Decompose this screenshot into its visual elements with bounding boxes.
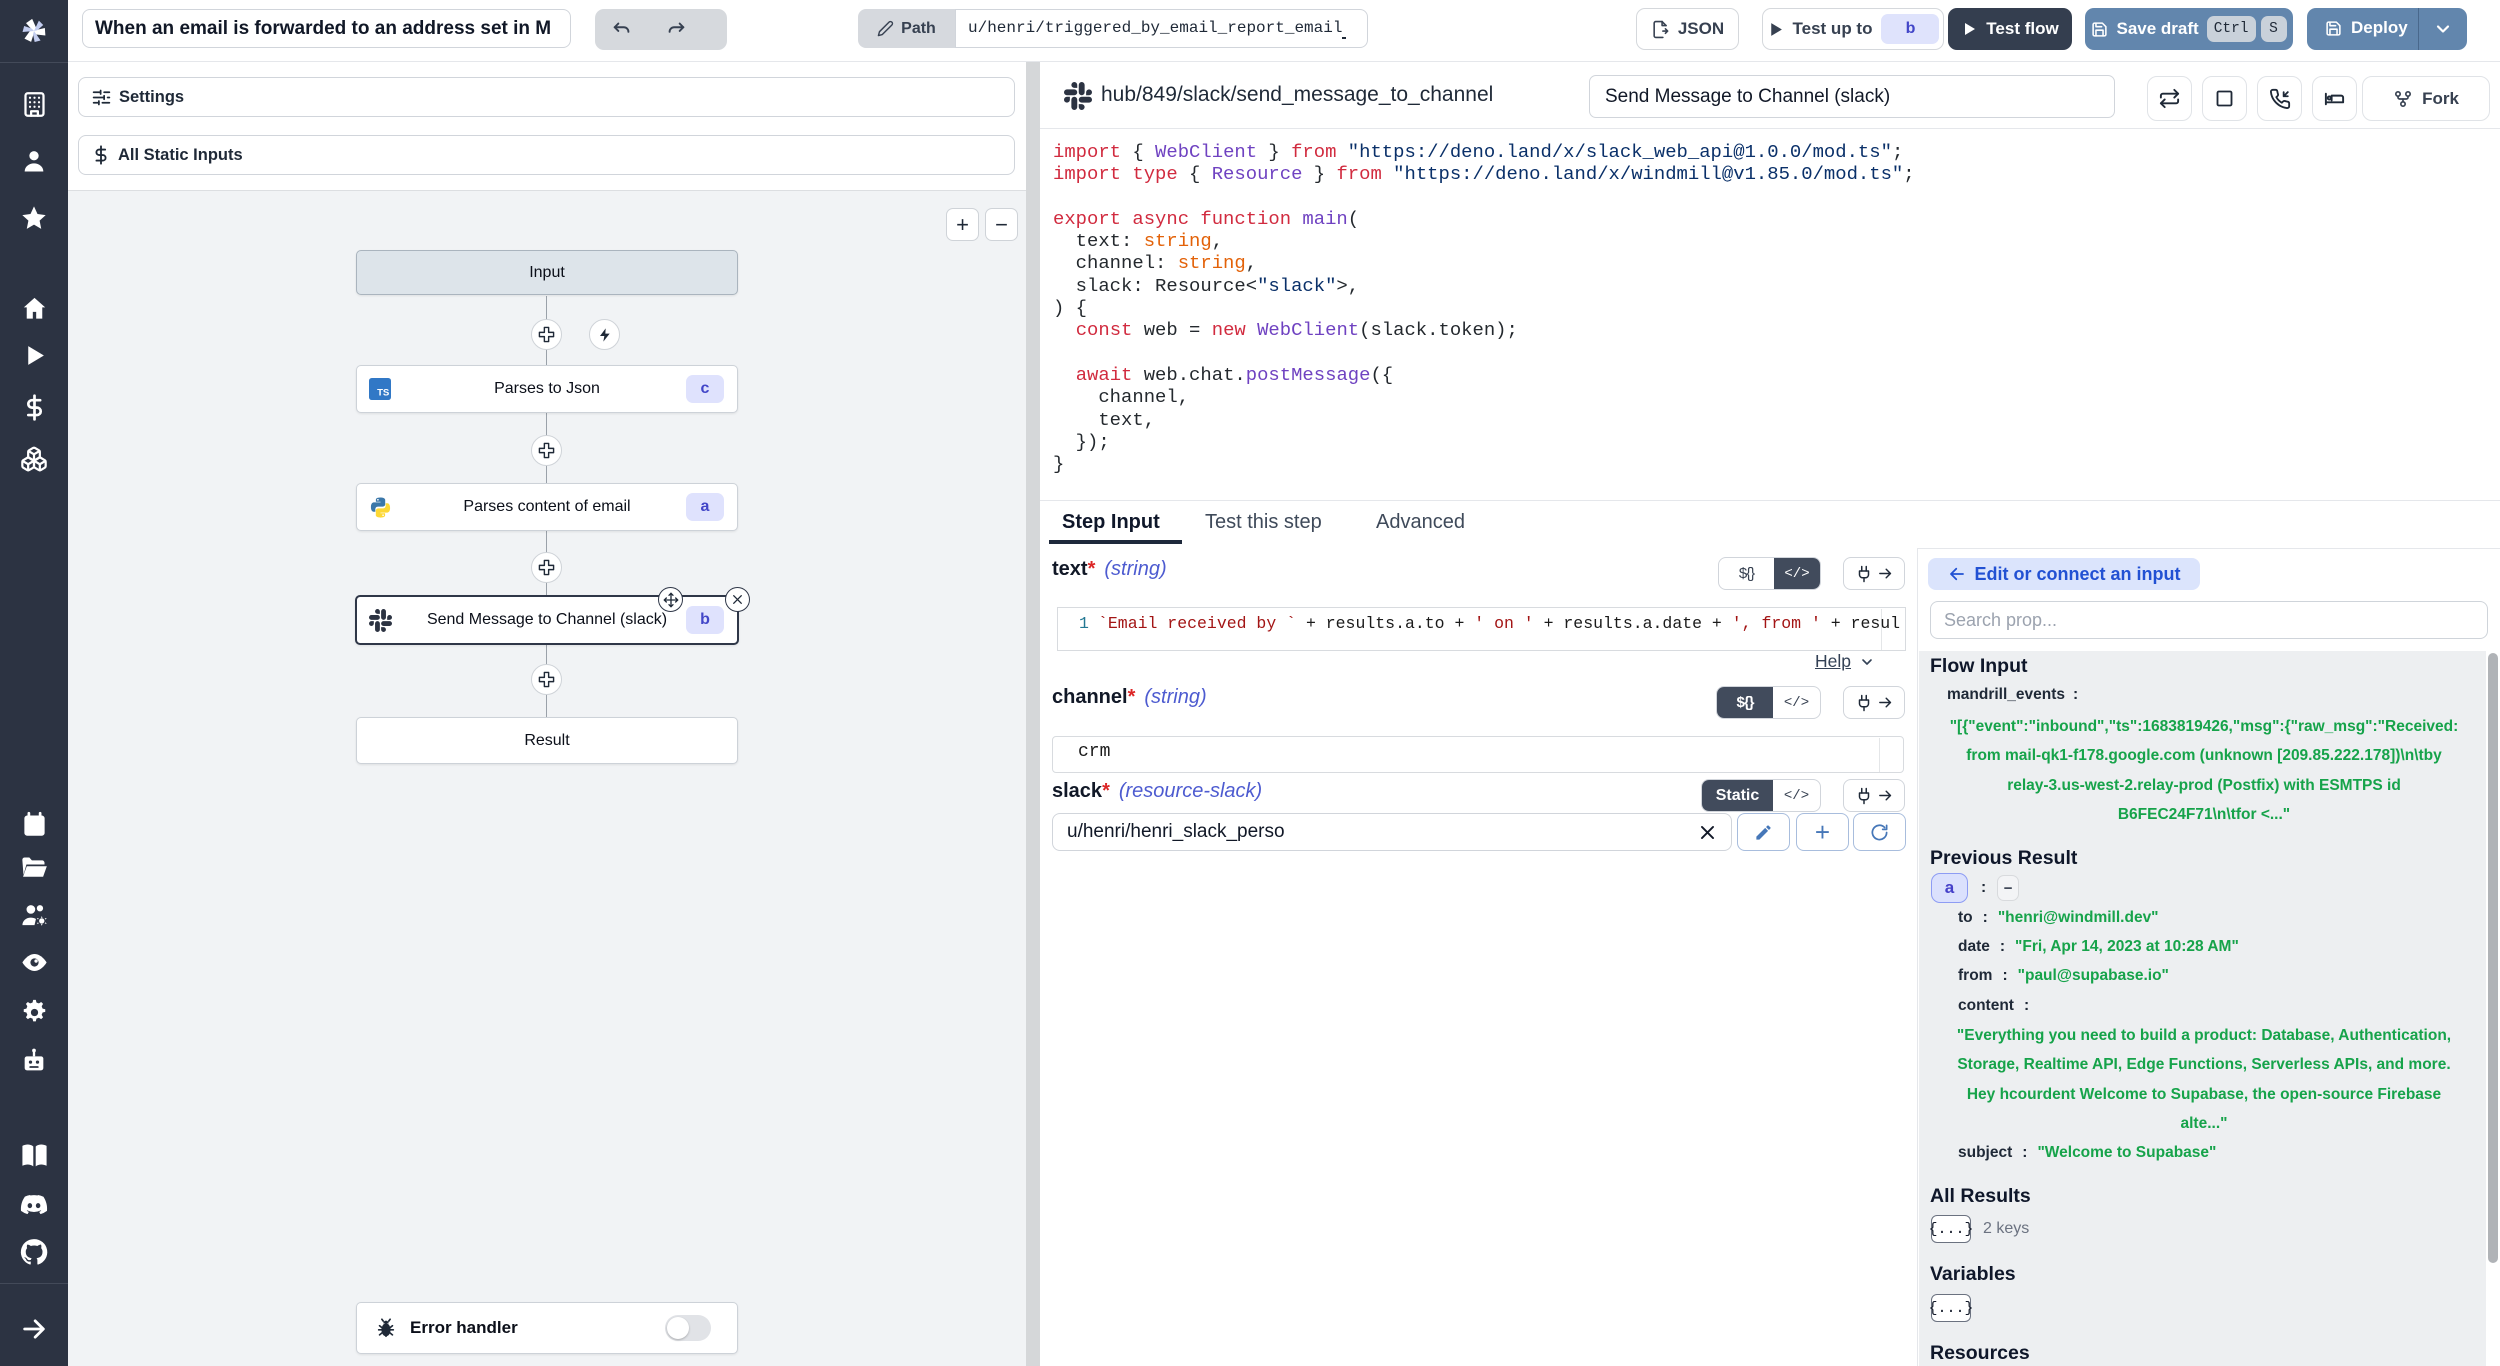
svg-text:TS: TS [377,387,390,398]
